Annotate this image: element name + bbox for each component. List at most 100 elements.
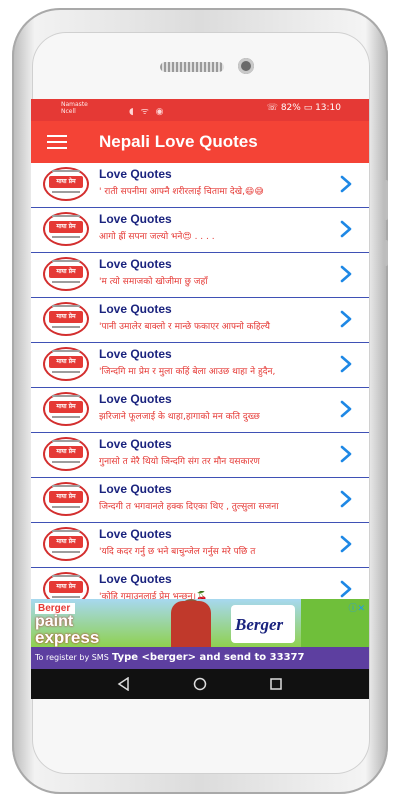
earpiece — [160, 62, 224, 72]
thumb-label: माया प्रेम — [49, 311, 83, 323]
chevron-right-icon[interactable] — [339, 220, 353, 238]
chevron-right-icon[interactable] — [339, 175, 353, 193]
quotes-list: माया प्रेम Love Quotes ' राती सपनीमा आफ्नै… — [31, 163, 369, 613]
chevron-right-icon[interactable] — [339, 400, 353, 418]
thumb-line — [52, 575, 80, 577]
chevron-right-icon[interactable] — [339, 355, 353, 373]
thumb-label: माया प्रेम — [49, 491, 83, 503]
front-camera — [238, 58, 254, 74]
thumb-line — [52, 485, 80, 487]
navigation-bar — [31, 669, 369, 699]
item-title: Love Quotes — [99, 302, 172, 316]
back-icon[interactable] — [117, 677, 131, 691]
list-item[interactable]: माया प्रेम Love Quotes झरिजाने फूलजाई के थ… — [31, 388, 369, 433]
list-item[interactable]: माया प्रेम Love Quotes आगो ह्रीं सपना जल्य… — [31, 208, 369, 253]
status-bar: Namaste Ncell ◖ ᯤ ◉ ☏ 82% ▭ 13:10 — [31, 99, 369, 121]
carrier-label: Namaste Ncell — [61, 101, 88, 115]
app-screen: Namaste Ncell ◖ ᯤ ◉ ☏ 82% ▭ 13:10 Nepali… — [31, 99, 369, 699]
thumb-label: माया प्रेम — [49, 266, 83, 278]
quote-thumbnail: माया प्रेम — [43, 482, 89, 516]
thumb-line — [52, 395, 80, 397]
battery-clock: ☏ 82% ▭ 13:10 — [266, 103, 341, 113]
item-title: Love Quotes — [99, 437, 172, 451]
item-title: Love Quotes — [99, 347, 172, 361]
home-icon[interactable] — [193, 677, 207, 691]
thumb-label: माया प्रेम — [49, 446, 83, 458]
ad-banner[interactable]: Berger paint express Berger ⓘ✕ To regist… — [31, 599, 369, 669]
list-item[interactable]: माया प्रेम Love Quotes 'म त्यो समाजको खोजी… — [31, 253, 369, 298]
quote-thumbnail: माया प्रेम — [43, 437, 89, 471]
thumb-line — [52, 440, 80, 442]
thumb-line — [52, 596, 80, 598]
ad-info-icon[interactable]: ⓘ✕ — [348, 601, 365, 614]
chevron-right-icon[interactable] — [339, 265, 353, 283]
quote-thumbnail: माया प्रेम — [43, 257, 89, 291]
thumb-line — [52, 551, 80, 553]
thumb-line — [52, 350, 80, 352]
item-title: Love Quotes — [99, 482, 172, 496]
chevron-right-icon[interactable] — [339, 580, 353, 598]
thumb-label: माया प्रेम — [49, 356, 83, 368]
chevron-right-icon[interactable] — [339, 310, 353, 328]
thumb-line — [52, 215, 80, 217]
thumb-line — [52, 191, 80, 193]
quote-thumbnail: माया प्रेम — [43, 347, 89, 381]
quote-thumbnail: माया प्रेम — [43, 212, 89, 246]
item-quote: जिन्दगी त भगवानले हक्क दिएका थिए , तुल्स… — [99, 502, 279, 512]
thumb-line — [52, 371, 80, 373]
quote-thumbnail: माया प्रेम — [43, 527, 89, 561]
ad-berger-logo: Berger — [231, 605, 295, 643]
list-item[interactable]: माया प्रेम Love Quotes ' राती सपनीमा आफ्नै… — [31, 163, 369, 208]
thumb-line — [52, 170, 80, 172]
thumb-line — [52, 326, 80, 328]
thumb-line — [52, 236, 80, 238]
thumb-line — [52, 506, 80, 508]
app-title: Nepali Love Quotes — [99, 132, 258, 151]
item-quote: झरिजाने फूलजाई के थाहा,हागाको मन कति दुख… — [99, 412, 260, 422]
ad-paint-express-logo: Berger paint express — [35, 603, 100, 647]
item-title: Love Quotes — [99, 212, 172, 226]
signal-wifi-icons: ◖ ᯤ ◉ — [129, 107, 166, 117]
thumb-label: माया प्रेम — [49, 176, 83, 188]
power-button — [384, 240, 388, 266]
ad-person — [171, 601, 211, 647]
hamburger-menu-icon[interactable] — [47, 135, 67, 149]
thumb-line — [52, 260, 80, 262]
item-quote: 'यदि कदर गर्नु छ भने बाचुन्जेल गर्नुस मर… — [99, 547, 256, 557]
chevron-right-icon[interactable] — [339, 445, 353, 463]
thumb-line — [52, 281, 80, 283]
list-item[interactable]: माया प्रेम Love Quotes जिन्दगी त भगवानले ह… — [31, 478, 369, 523]
item-quote: 'जिन्दगि मा प्रेम र मुला कहिं बेला आउछ थ… — [99, 367, 276, 377]
quote-thumbnail: माया प्रेम — [43, 302, 89, 336]
item-quote: 'म त्यो समाजको खोजीमा छु जहाँ — [99, 277, 208, 287]
item-quote: 'पानी उमालेर बाक्लो र मान्छे फकाएर आफ्नो… — [99, 322, 271, 332]
item-title: Love Quotes — [99, 572, 172, 586]
list-item[interactable]: माया प्रेम Love Quotes गुनासो त मेरै थियो … — [31, 433, 369, 478]
list-item[interactable]: माया प्रेम Love Quotes 'यदि कदर गर्नु छ भन… — [31, 523, 369, 568]
app-bar: Nepali Love Quotes — [31, 121, 369, 163]
item-title: Love Quotes — [99, 527, 172, 541]
recents-icon[interactable] — [269, 677, 283, 691]
item-quote: आगो ह्रीं सपना जल्यो भने😍 . . . . — [99, 232, 215, 242]
item-title: Love Quotes — [99, 392, 172, 406]
quote-thumbnail: माया प्रेम — [43, 392, 89, 426]
list-item[interactable]: माया प्रेम Love Quotes 'जिन्दगि मा प्रेम र… — [31, 343, 369, 388]
thumb-line — [52, 305, 80, 307]
ad-text-strip: To register by SMS Type <berger> and sen… — [31, 647, 369, 669]
thumb-label: माया प्रेम — [49, 581, 83, 593]
chevron-right-icon[interactable] — [339, 535, 353, 553]
thumb-line — [52, 416, 80, 418]
item-title: Love Quotes — [99, 167, 172, 181]
item-quote: गुनासो त मेरै थियो जिन्दगि संग तर मौन यस… — [99, 457, 260, 467]
thumb-label: माया प्रेम — [49, 401, 83, 413]
chevron-right-icon[interactable] — [339, 490, 353, 508]
item-title: Love Quotes — [99, 257, 172, 271]
item-quote: ' राती सपनीमा आफ्नै शरीरलाई चितामा देखे,… — [99, 187, 264, 197]
quote-thumbnail: माया प्रेम — [43, 167, 89, 201]
volume-button — [384, 180, 388, 220]
thumb-label: माया प्रेम — [49, 221, 83, 233]
thumb-line — [52, 530, 80, 532]
thumb-line — [52, 461, 80, 463]
thumb-label: माया प्रेम — [49, 536, 83, 548]
list-item[interactable]: माया प्रेम Love Quotes 'पानी उमालेर बाक्लो… — [31, 298, 369, 343]
